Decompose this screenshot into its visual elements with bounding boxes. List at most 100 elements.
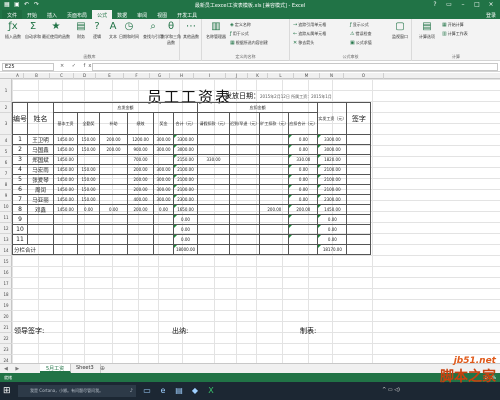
minimize-icon[interactable]: – [456, 0, 470, 10]
employee-name[interactable]: 马宏雨 [27, 164, 54, 175]
row-id[interactable]: 6 [12, 184, 28, 195]
cell[interactable] [77, 244, 100, 255]
insert-function-button[interactable]: ƒx 插入函数 [2, 21, 24, 40]
row-header[interactable]: 21 [0, 322, 12, 333]
row-header[interactable]: 22 [0, 333, 12, 344]
trace-precedents-button[interactable]: →追踪引用单元格 [293, 22, 326, 28]
cell-deduct-total[interactable] [288, 214, 319, 225]
cell-subsidy[interactable] [99, 214, 128, 225]
cell-subsidy[interactable]: 200.00 [99, 144, 128, 155]
cell[interactable] [228, 244, 261, 255]
cell-allowance[interactable]: 150.00 [77, 174, 100, 185]
employee-name[interactable]: 周闰 [27, 184, 54, 195]
cell-absent[interactable] [259, 234, 290, 245]
tab-data[interactable]: 数据 [112, 10, 132, 19]
cell-subsidy[interactable] [99, 164, 128, 175]
cell-signature[interactable] [346, 164, 372, 175]
cell-deduct-total[interactable]: 0.00 [288, 144, 319, 155]
datetime-button[interactable]: ◷ 日期和时间 [116, 21, 142, 40]
employee-name[interactable]: 张爱琴 [27, 174, 54, 185]
cell-absent[interactable] [259, 184, 290, 195]
row-header[interactable]: 3 [0, 113, 12, 135]
cell-bonus[interactable] [153, 234, 174, 245]
cell-absence[interactable] [197, 184, 230, 195]
cell-total[interactable]: 0.00 [173, 224, 198, 235]
use-in-formula-button[interactable]: ƒ用于公式 [230, 31, 249, 37]
row-header[interactable]: 11 [0, 212, 12, 223]
ribbon-display-icon[interactable]: ▭ [442, 0, 456, 10]
cell-base[interactable]: 1450.00 [53, 134, 78, 145]
cell-signature[interactable] [346, 174, 372, 185]
sheet-tab-may-salary[interactable]: 5月工资 [40, 364, 72, 373]
cell-base[interactable]: 1450.00 [53, 174, 78, 185]
cell-bonus[interactable] [153, 214, 174, 225]
row-header[interactable]: 17 [0, 278, 12, 289]
row-id[interactable]: 5 [12, 174, 28, 185]
cell-late[interactable] [228, 234, 261, 245]
cell-deduct-total[interactable]: 0.00 [288, 134, 319, 145]
cell-absence[interactable]: 330.00 [197, 154, 230, 165]
row-header[interactable]: 1 [0, 79, 12, 102]
calc-options-button[interactable]: ▤ 计算选项 [415, 21, 439, 40]
cell-actual[interactable]: 0.00 [317, 234, 348, 245]
cell-absent[interactable] [259, 194, 290, 205]
remove-arrows-button[interactable]: ✕移去箭头 [293, 40, 314, 46]
cell-allowance[interactable] [77, 214, 100, 225]
employee-name[interactable] [27, 214, 54, 225]
employee-name[interactable] [27, 224, 54, 235]
cell-base[interactable] [53, 224, 78, 235]
cell-late[interactable] [228, 194, 261, 205]
cell-signature[interactable] [346, 154, 372, 165]
cell-performance[interactable]: 700.00 [127, 154, 154, 165]
cell-base[interactable]: 1450.00 [53, 144, 78, 155]
cell-performance[interactable] [127, 234, 154, 245]
cell-total[interactable]: 1650.00 [173, 204, 198, 215]
cell-bonus[interactable] [153, 154, 174, 165]
cell-late[interactable] [228, 204, 261, 215]
cell-allowance[interactable] [77, 154, 100, 165]
cell-absent[interactable] [259, 134, 290, 145]
cell-bonus[interactable]: 300.00 [153, 194, 174, 205]
cell-signature[interactable] [346, 234, 372, 245]
cell-allowance[interactable]: 0.00 [77, 204, 100, 215]
cell-base[interactable] [53, 234, 78, 245]
row-header[interactable]: 16 [0, 267, 12, 278]
cell-actual[interactable]: 1450.00 [317, 204, 348, 215]
tab-developer[interactable]: 开发工具 [172, 10, 202, 19]
cell-allowance[interactable] [77, 234, 100, 245]
row-header[interactable]: 8 [0, 179, 12, 190]
cell-performance[interactable]: 200.00 [127, 204, 154, 215]
cell-allowance[interactable]: 150.00 [77, 194, 100, 205]
cell-absent[interactable] [259, 224, 290, 235]
cell[interactable] [153, 244, 174, 255]
cell-signature[interactable] [346, 134, 372, 145]
row-header[interactable]: 9 [0, 190, 12, 201]
employee-name[interactable]: 郑国斌 [27, 154, 54, 165]
row-id[interactable]: 1 [12, 134, 28, 145]
cell-late[interactable] [228, 224, 261, 235]
cell-late[interactable] [228, 164, 261, 175]
cell-deduct-total[interactable] [288, 234, 319, 245]
cell-base[interactable] [53, 214, 78, 225]
cell-subsidy[interactable] [99, 154, 128, 165]
cell-actual[interactable]: 0.00 [317, 214, 348, 225]
cell-subsidy[interactable]: 0.00 [99, 204, 128, 215]
create-from-selection-button[interactable]: ▦根据所选内容创建 [230, 40, 268, 46]
row-header[interactable]: 24 [0, 355, 12, 363]
cell-deduct-total[interactable]: 0.00 [288, 194, 319, 205]
system-tray[interactable]: ^ ▭ ◁) [382, 387, 400, 393]
cell-signature[interactable] [346, 204, 372, 215]
cell-total[interactable]: 2100.00 [173, 174, 198, 185]
cell-total[interactable]: 0.00 [173, 214, 198, 225]
evaluate-formula-button[interactable]: ▣公式求值 [350, 40, 372, 46]
cell-total[interactable]: 2150.00 [173, 154, 198, 165]
cell-signature[interactable] [346, 144, 372, 155]
cell-late[interactable] [228, 134, 261, 145]
row-id[interactable]: 8 [12, 204, 28, 215]
cell-actual[interactable]: 0.00 [317, 224, 348, 235]
cell-total[interactable]: 0.00 [173, 234, 198, 245]
add-sheet-icon[interactable]: ⊕ [100, 365, 105, 372]
cell-subsidy[interactable] [99, 194, 128, 205]
sheet-tab-sheet3[interactable]: Sheet3 [70, 364, 101, 373]
row-header[interactable]: 4 [0, 135, 12, 146]
